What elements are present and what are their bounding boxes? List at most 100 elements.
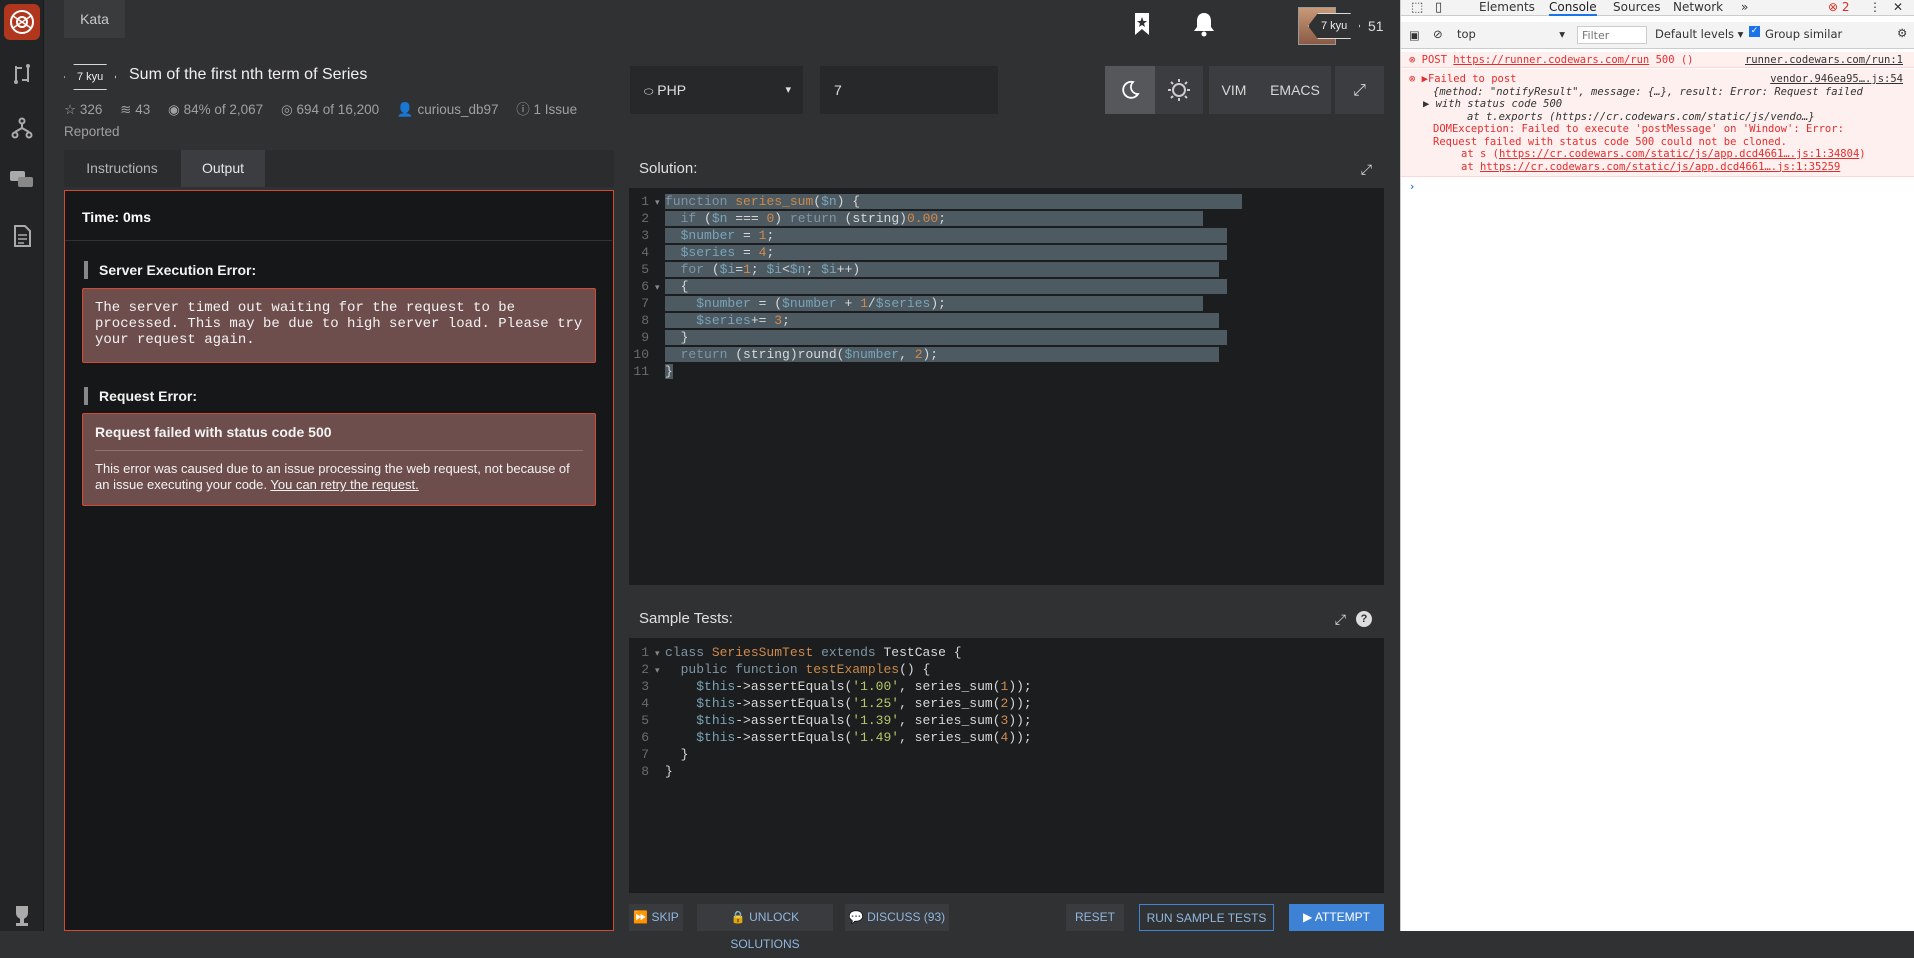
chevron-down-icon: ▾ bbox=[785, 84, 791, 96]
reset-button[interactable]: RESET bbox=[1066, 904, 1124, 931]
code-line: 2 ▾ public function testExamples() { bbox=[641, 662, 931, 677]
notification-bell-icon[interactable] bbox=[1190, 10, 1218, 38]
stack-url-link[interactable]: https://cr.codewars.com/static/js/app.dc… bbox=[1480, 161, 1840, 173]
vim-button[interactable]: VIM bbox=[1209, 66, 1259, 114]
user-rank-badge: 7 kyu bbox=[1308, 13, 1360, 39]
sidebar-toggle-icon[interactable]: ▣ bbox=[1409, 28, 1420, 42]
issues-link[interactable]: ⓘ 1 Issue bbox=[516, 102, 577, 117]
lock-icon: 🔒 bbox=[730, 910, 746, 924]
tab-elements[interactable]: Elements bbox=[1479, 0, 1535, 16]
stack-url-link[interactable]: https://cr.codewars.com/static/js/app.dc… bbox=[1499, 148, 1859, 160]
kebab-menu-icon[interactable]: ⋮ bbox=[1869, 0, 1881, 16]
group-similar-checkbox[interactable]: ✓ bbox=[1749, 26, 1760, 37]
tab-instructions[interactable]: Instructions bbox=[64, 150, 180, 187]
stars-stat[interactable]: ☆ 326 bbox=[64, 102, 102, 117]
sun-icon bbox=[1168, 79, 1190, 101]
group-similar-label: Group similar bbox=[1765, 27, 1843, 41]
light-theme-button[interactable] bbox=[1155, 66, 1203, 114]
fork-icon[interactable] bbox=[8, 114, 36, 142]
completed-stat[interactable]: ◎ 694 of 16,200 bbox=[281, 102, 379, 117]
close-devtools-icon[interactable]: ✕ bbox=[1893, 0, 1903, 16]
code-line: 4 $series = 4; bbox=[629, 244, 1384, 261]
inspect-element-icon[interactable]: ⬚ bbox=[1411, 0, 1423, 16]
fullscreen-button[interactable]: ⤢ bbox=[1335, 66, 1384, 114]
console-object[interactable]: {method: "notifyResult", message: {…}, r… bbox=[1409, 86, 1914, 99]
run-sample-tests-button[interactable]: RUN SAMPLE TESTS bbox=[1139, 904, 1274, 931]
solution-title: Solution: ⤢ bbox=[629, 150, 1384, 188]
code-line: 8 $series+= 3; bbox=[629, 312, 1384, 329]
request-error-box: Request failed with status code 500 This… bbox=[82, 413, 596, 506]
console-source-link[interactable]: vendor.946ea95….js:54 bbox=[1770, 73, 1903, 86]
log-levels-select[interactable]: Default levels ▾ bbox=[1655, 27, 1743, 41]
solution-panel: Solution: ⤢ 1 ▾ function series_sum($n) { … bbox=[629, 150, 1384, 585]
code-line: 5 for ($i=1; $i<$n; $i++) bbox=[629, 261, 1384, 278]
chat-icon[interactable] bbox=[8, 166, 36, 194]
output-pane: Time: 0ms Server Execution Error: The se… bbox=[64, 190, 614, 931]
tab-network[interactable]: Network bbox=[1673, 0, 1723, 16]
docs-icon[interactable] bbox=[8, 222, 36, 250]
unlock-solutions-button[interactable]: 🔒 UNLOCK SOLUTIONS bbox=[697, 904, 833, 951]
language-select[interactable]: ⬭ PHP ▾ bbox=[630, 66, 803, 114]
expand-icon: ⤢ bbox=[1353, 82, 1366, 99]
skip-button[interactable]: ⏩ SKIP bbox=[629, 904, 683, 931]
dark-theme-button[interactable] bbox=[1105, 66, 1155, 114]
stack-line: at https://cr.codewars.com/static/js/app… bbox=[1461, 160, 1841, 173]
version-select[interactable]: 7 bbox=[820, 66, 998, 114]
discuss-button[interactable]: 💬 DISCUSS (93) bbox=[845, 904, 949, 931]
user-icon: 👤 bbox=[396, 102, 414, 117]
console-prompt[interactable]: › bbox=[1401, 181, 1914, 194]
moon-icon bbox=[1122, 80, 1140, 99]
kata-stats: ☆ 326 ≋ 43 ◉ 84% of 2,067 ◎ 694 of 16,20… bbox=[64, 99, 584, 143]
server-error-message: The server timed out waiting for the req… bbox=[95, 300, 583, 348]
codewars-app: Kata 7 kyu 51 7 kyu Sum of the first nth… bbox=[0, 0, 1400, 951]
code-line: 2 if ($n === 0) return (string)0.00; bbox=[629, 210, 1384, 227]
target-icon: ◎ bbox=[280, 102, 293, 117]
request-error-heading: Request failed with status code 500 bbox=[95, 424, 583, 451]
skip-icon: ⏩ bbox=[633, 910, 649, 924]
action-bar: ⏩ SKIP 🔒 UNLOCK SOLUTIONS 💬 DISCUSS (93)… bbox=[629, 904, 1384, 951]
retry-request-link[interactable]: You can retry the request. bbox=[270, 477, 418, 492]
settings-gear-icon[interactable]: ⚙ bbox=[1897, 26, 1907, 40]
practice-icon[interactable] bbox=[8, 60, 36, 88]
code-line: 1 ▾ function series_sum($n) { bbox=[629, 193, 1384, 210]
satisfaction-stat[interactable]: ◉ 84% of 2,067 bbox=[168, 102, 263, 117]
code-line: 1 ▾ class SeriesSumTest extends TestCase { bbox=[641, 645, 962, 660]
error-icon: ⊗ bbox=[1409, 54, 1416, 66]
kata-nav-tab[interactable]: Kata bbox=[64, 0, 125, 38]
tests-code-editor[interactable]: 1 ▾ class SeriesSumTest extends TestCase {… bbox=[629, 644, 1384, 780]
eye-icon: ◉ bbox=[168, 102, 180, 117]
star-icon: ☆ bbox=[64, 102, 77, 117]
attempt-button[interactable]: ▶ ATTEMPT bbox=[1289, 904, 1384, 931]
collections-stat[interactable]: ≋ 43 bbox=[120, 102, 150, 117]
kata-title[interactable]: Sum of the first nth term of Series bbox=[129, 66, 367, 84]
help-icon[interactable]: ? bbox=[1356, 611, 1372, 627]
trophy-icon[interactable] bbox=[8, 902, 36, 930]
error-count-badge[interactable]: ⊗ 2 bbox=[1828, 0, 1850, 16]
expand-triangle-icon[interactable]: ▶ bbox=[1423, 98, 1436, 110]
author-link[interactable]: 👤 curious_db97 bbox=[397, 102, 499, 117]
php-icon: ⬭ bbox=[644, 86, 654, 98]
clear-console-icon[interactable]: ⊘ bbox=[1433, 27, 1443, 41]
tab-console[interactable]: Console bbox=[1549, 0, 1597, 16]
code-line: 7 } bbox=[641, 747, 689, 762]
bookmark-icon[interactable] bbox=[1128, 10, 1156, 38]
more-tabs-icon[interactable]: » bbox=[1741, 0, 1748, 16]
devtools-panel: ⬚ ▯ Elements Console Sources Network » ⊗… bbox=[1400, 0, 1914, 931]
console-filter-input[interactable] bbox=[1577, 26, 1647, 44]
console-url-link[interactable]: https://runner.codewars.com/run bbox=[1453, 54, 1649, 66]
expand-editor-icon[interactable]: ⤢ bbox=[1361, 150, 1372, 188]
emacs-button[interactable]: EMACS bbox=[1259, 66, 1331, 114]
console-error-entry: ⊗ ▶Failed to post vendor.946ea95….js:54 {… bbox=[1401, 69, 1914, 177]
context-select[interactable]: top ▾ bbox=[1457, 27, 1565, 41]
codewars-logo-icon[interactable] bbox=[4, 4, 40, 40]
error-icon: ⊗ bbox=[1409, 73, 1416, 85]
tab-output[interactable]: Output bbox=[181, 150, 265, 187]
tab-sources[interactable]: Sources bbox=[1613, 0, 1660, 16]
code-line: 3 $this->assertEquals('1.00', series_sum… bbox=[641, 679, 1032, 694]
console-source-link[interactable]: runner.codewars.com/run:1 bbox=[1745, 54, 1903, 67]
divider bbox=[65, 240, 612, 241]
solution-code-editor[interactable]: 1 ▾ function series_sum($n) { 2 if ($n ===… bbox=[629, 193, 1384, 380]
expand-tests-icon[interactable]: ⤢ bbox=[1335, 600, 1346, 638]
device-toolbar-icon[interactable]: ▯ bbox=[1435, 0, 1442, 16]
instructions-output-panel: Instructions Output Time: 0ms Server Exe… bbox=[64, 150, 614, 931]
